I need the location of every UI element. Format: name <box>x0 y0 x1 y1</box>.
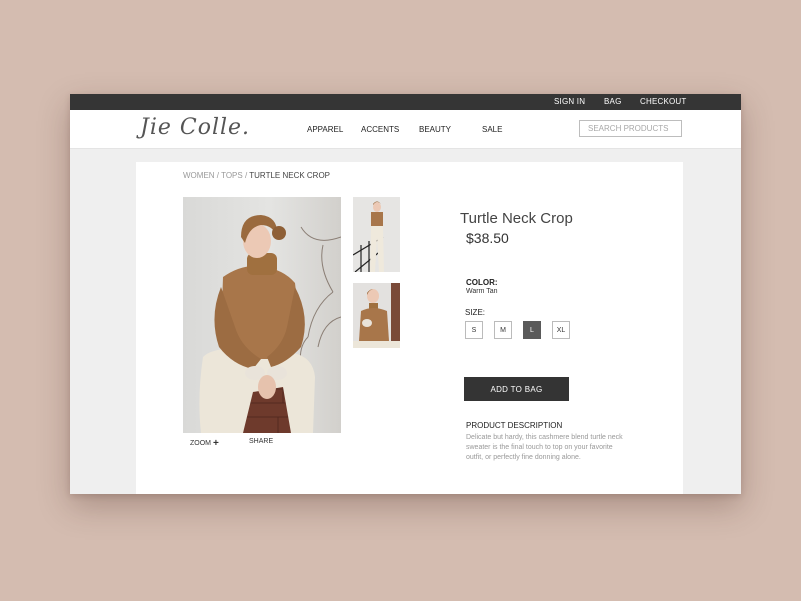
description-heading: PRODUCT DESCRIPTION <box>466 421 563 430</box>
zoom-label: ZOOM <box>190 440 211 447</box>
add-to-bag-button[interactable]: ADD TO BAG <box>464 377 569 401</box>
thumbnail-1-illustration <box>353 197 400 272</box>
model-photo-illustration <box>199 215 341 433</box>
breadcrumb-tops[interactable]: TOPS <box>221 171 243 180</box>
size-option-l[interactable]: L <box>523 321 541 339</box>
share-button[interactable]: SHARE <box>249 438 273 445</box>
search-input[interactable] <box>579 120 682 137</box>
size-option-m[interactable]: M <box>494 321 512 339</box>
nav-beauty[interactable]: BEAUTY <box>419 125 451 134</box>
brand-logo[interactable]: Jie Colle. <box>140 115 250 140</box>
color-label: COLOR: <box>466 278 498 287</box>
size-option-s[interactable]: S <box>465 321 483 339</box>
breadcrumb: WOMEN / TOPS / TURTLE NECK CROP <box>183 171 330 180</box>
main-product-image[interactable] <box>183 197 341 433</box>
nav-accents[interactable]: ACCENTS <box>361 125 399 134</box>
browser-window: SIGN IN BAG CHECKOUT Jie Colle. APPAREL … <box>70 94 741 494</box>
nav-sale[interactable]: SALE <box>482 125 502 134</box>
product-description: Delicate but hardy, this cashmere blend … <box>466 434 623 461</box>
utility-bar: SIGN IN BAG CHECKOUT <box>70 94 741 110</box>
breadcrumb-women[interactable]: WOMEN <box>183 171 215 180</box>
breadcrumb-current: TURTLE NECK CROP <box>249 171 331 180</box>
bag-link[interactable]: BAG <box>604 97 622 106</box>
site-header: Jie Colle. APPAREL ACCENTS BEAUTY SALE <box>70 110 741 149</box>
nav-apparel[interactable]: APPAREL <box>307 125 343 134</box>
plus-icon: + <box>212 438 219 449</box>
size-option-xl[interactable]: XL <box>552 321 570 339</box>
thumbnail-2-illustration <box>353 283 400 348</box>
thumbnail-1[interactable] <box>353 197 400 272</box>
checkout-link[interactable]: CHECKOUT <box>640 97 687 106</box>
zoom-button[interactable]: ZOOM + <box>190 438 219 449</box>
color-value: Warm Tan <box>466 288 498 295</box>
sign-in-link[interactable]: SIGN IN <box>554 97 585 106</box>
product-price: $38.50 <box>466 230 509 246</box>
thumbnail-2[interactable] <box>353 283 400 348</box>
size-label: SIZE: <box>465 308 486 317</box>
product-panel: WOMEN / TOPS / TURTLE NECK CROP ZOOM + S… <box>136 162 683 494</box>
product-title: Turtle Neck Crop <box>460 210 573 227</box>
